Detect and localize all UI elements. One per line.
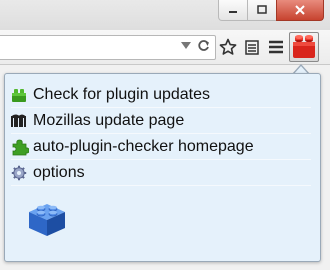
plugin-checker-addon-button[interactable] <box>289 32 319 62</box>
dropdown-arrow-icon[interactable] <box>181 41 191 50</box>
plugin-checker-popup: Check for plugin updates Mozillas update… <box>4 73 321 262</box>
menu-item-label: options <box>33 163 85 181</box>
red-lego-brick-icon <box>293 35 315 58</box>
menu-button[interactable] <box>266 37 286 57</box>
menu-item-label: Mozillas update page <box>33 111 185 129</box>
window-controls <box>218 0 324 21</box>
hamburger-menu-icon <box>269 40 283 54</box>
reload-icon[interactable] <box>197 39 210 52</box>
bookmarks-list-icon <box>245 40 259 55</box>
bookmark-star-button[interactable] <box>218 37 238 57</box>
menu-item-homepage[interactable]: auto-plugin-checker homepage <box>11 134 311 160</box>
menu-item-label: Check for plugin updates <box>33 85 210 103</box>
mozilla-m-icon <box>11 111 33 131</box>
menu-item-check-updates[interactable]: Check for plugin updates <box>11 82 311 108</box>
browser-toolbar <box>0 30 330 65</box>
menu-item-label: auto-plugin-checker homepage <box>33 137 254 155</box>
blue-lego-logo <box>25 198 69 242</box>
green-puzzle-icon <box>11 85 33 105</box>
url-bar-tools <box>181 39 210 52</box>
menu-item-mozilla-update-page[interactable]: Mozillas update page <box>11 108 311 134</box>
menu-item-options[interactable]: options <box>11 160 311 186</box>
popup-menu: Check for plugin updates Mozillas update… <box>11 82 311 186</box>
window-titlebar <box>0 0 330 30</box>
close-button[interactable] <box>276 0 324 21</box>
close-icon <box>295 5 305 15</box>
minimize-button[interactable] <box>218 0 248 21</box>
maximize-icon <box>257 5 267 14</box>
bookmarks-list-button[interactable] <box>242 37 262 57</box>
url-bar[interactable] <box>0 35 216 60</box>
star-icon <box>219 38 237 55</box>
maximize-button[interactable] <box>247 0 277 21</box>
green-puzzle-piece-icon <box>11 137 33 157</box>
gear-icon <box>11 163 33 183</box>
minimize-icon <box>229 11 237 13</box>
